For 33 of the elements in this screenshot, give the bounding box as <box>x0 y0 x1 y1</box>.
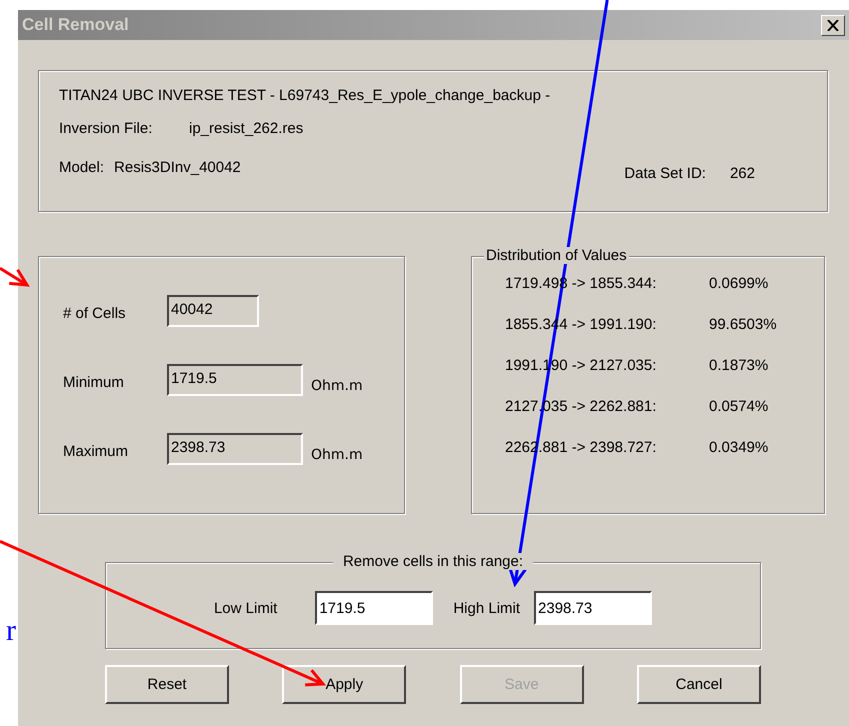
unit-label: Ohm.m <box>311 378 363 394</box>
close-icon <box>827 20 839 30</box>
field-label: Inversion File: <box>59 120 154 137</box>
percentage: 0.0699% <box>709 275 768 292</box>
slide-text: r <box>6 614 17 648</box>
percentage: 0.1873% <box>709 357 768 374</box>
percentage: 0.0349% <box>709 439 768 456</box>
field-label: Model: <box>59 159 104 176</box>
field-value: ip_resist_262.res <box>189 120 304 137</box>
close-button[interactable] <box>821 14 845 36</box>
readonly-field: 2398.73 <box>167 433 303 465</box>
group-title: Remove cells in this range: <box>332 553 534 570</box>
dialog-button[interactable]: Reset <box>105 665 229 704</box>
field-label: Maximum <box>63 443 130 460</box>
field-label: Low Limit <box>214 600 278 616</box>
group-title: Distribution of Values <box>484 247 629 264</box>
dialog-button[interactable]: Apply <box>282 665 406 704</box>
readonly-field: 1719.5 <box>167 364 303 396</box>
percentage: 99.6503% <box>709 316 777 333</box>
field-label: # of Cells <box>63 305 127 322</box>
field-label: High Limit <box>453 600 520 616</box>
dialog-button[interactable]: Cancel <box>636 665 761 704</box>
window-title: Cell Removal <box>22 15 129 35</box>
input-field[interactable]: 2398.73 <box>534 591 652 625</box>
field-value: 262 <box>730 165 755 182</box>
field-value: Resis3DInv_40042 <box>114 159 241 176</box>
unit-label: Ohm.m <box>311 447 363 463</box>
input-field[interactable]: 1719.5 <box>315 591 434 625</box>
percentage: 0.0574% <box>709 398 768 415</box>
field-label: Minimum <box>63 374 125 391</box>
project-title: TITAN24 UBC INVERSE TEST - L69743_Res_E_ypole_change_backup - <box>59 87 552 104</box>
field-label: Data Set ID: <box>624 165 706 182</box>
readonly-field: 40042 <box>167 295 259 327</box>
